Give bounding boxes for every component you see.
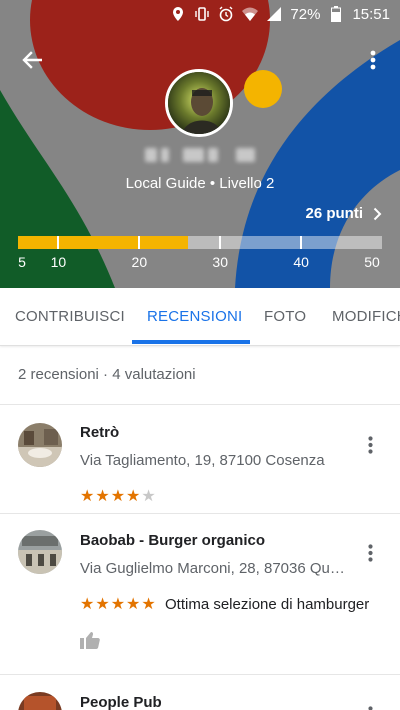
more-vert-icon	[370, 50, 376, 70]
username-blurred	[145, 146, 255, 164]
star-icon: ★	[141, 488, 156, 505]
progress-tick	[300, 236, 303, 249]
tab-recensioni[interactable]: RECENSIONI	[147, 288, 242, 344]
star-icon: ★	[126, 596, 141, 613]
review-item[interactable]: Baobab - Burger organico Via Guglielmo M…	[0, 514, 400, 674]
battery-icon	[331, 6, 342, 22]
scale-label: 40	[293, 254, 309, 270]
star-rating: ★ ★ ★ ★ ★	[80, 597, 156, 613]
progress-tick	[57, 236, 60, 249]
star-icon: ★	[95, 488, 110, 505]
review-item[interactable]: Retrò Via Tagliamento, 19, 87100 Cosenza…	[0, 405, 400, 513]
local-guide-level: Local Guide • Livello 2	[125, 175, 275, 192]
tab-contribuisci[interactable]: CONTRIBUISCI	[15, 288, 125, 344]
profile-header: 72% 15:51 Local Guide • Livello 2 26 pun…	[0, 0, 400, 288]
place-thumbnail	[18, 423, 62, 467]
points-label: 26 punti	[305, 205, 363, 222]
battery-percent: 72%	[290, 5, 321, 23]
location-icon	[173, 7, 184, 21]
place-address: Via Guglielmo Marconi, 28, 87036 Quattro…	[80, 560, 345, 577]
thumb-up-icon	[80, 632, 100, 649]
place-name[interactable]: People Pub	[80, 694, 162, 710]
review-item[interactable]: People Pub	[0, 675, 400, 710]
scale-label: 10	[50, 254, 67, 270]
more-vert-icon	[367, 706, 373, 710]
vibrate-icon	[195, 7, 210, 21]
progress-fill	[18, 236, 188, 249]
star-icon: ★	[126, 488, 141, 505]
back-button[interactable]	[12, 42, 52, 78]
progress-tick	[138, 236, 141, 249]
place-address: Via Tagliamento, 19, 87100 Cosenza	[80, 452, 325, 469]
tab-foto[interactable]: FOTO	[264, 288, 306, 344]
star-icon: ★	[110, 596, 126, 613]
active-tab-indicator	[132, 340, 250, 344]
more-options-button[interactable]	[358, 42, 388, 78]
review-summary: 2 recensioni · 4 valutazioni	[18, 366, 196, 383]
alarm-icon	[219, 6, 233, 22]
review-comment: Ottima selezione di hamburger	[165, 596, 370, 613]
arrow-back-icon	[22, 51, 42, 69]
progress-tick	[219, 236, 222, 249]
review-options-button[interactable]	[360, 431, 380, 459]
more-vert-icon	[367, 436, 373, 454]
place-name[interactable]: Baobab - Burger organico	[80, 532, 265, 549]
tab-modifiche[interactable]: MODIFICHE	[332, 288, 400, 344]
review-options-button[interactable]	[360, 701, 380, 710]
chevron-right-icon	[373, 207, 382, 220]
status-bar: 72% 15:51	[0, 0, 400, 28]
wifi-icon	[242, 7, 259, 21]
star-icon: ★	[141, 596, 156, 613]
signal-icon	[267, 7, 282, 21]
star-icon: ★	[95, 596, 110, 613]
like-button[interactable]	[80, 631, 102, 651]
tab-bar: CONTRIBUISCI RECENSIONI FOTO MODIFICHE	[0, 288, 400, 346]
clock: 15:51	[352, 5, 390, 23]
review-options-button[interactable]	[360, 539, 380, 567]
avatar-image	[168, 72, 230, 134]
profile-screen: 72% 15:51 Local Guide • Livello 2 26 pun…	[0, 0, 400, 710]
scale-label: 5	[18, 254, 26, 270]
points-link[interactable]: 26 punti	[305, 205, 382, 222]
scale-label: 20	[131, 254, 148, 270]
star-icon: ★	[80, 488, 95, 505]
scale-label: 50	[364, 254, 380, 270]
progress-scale: 5 10 20 30 40 50	[18, 254, 382, 272]
star-rating: ★ ★ ★ ★ ★	[80, 489, 156, 505]
level-progress-bar	[18, 236, 382, 249]
avatar[interactable]	[165, 69, 233, 137]
place-thumbnail	[18, 692, 62, 710]
star-icon: ★	[110, 488, 126, 505]
star-icon: ★	[80, 596, 95, 613]
scale-label: 30	[212, 254, 229, 270]
place-name[interactable]: Retrò	[80, 424, 119, 441]
more-vert-icon	[367, 544, 373, 562]
place-thumbnail	[18, 530, 62, 574]
